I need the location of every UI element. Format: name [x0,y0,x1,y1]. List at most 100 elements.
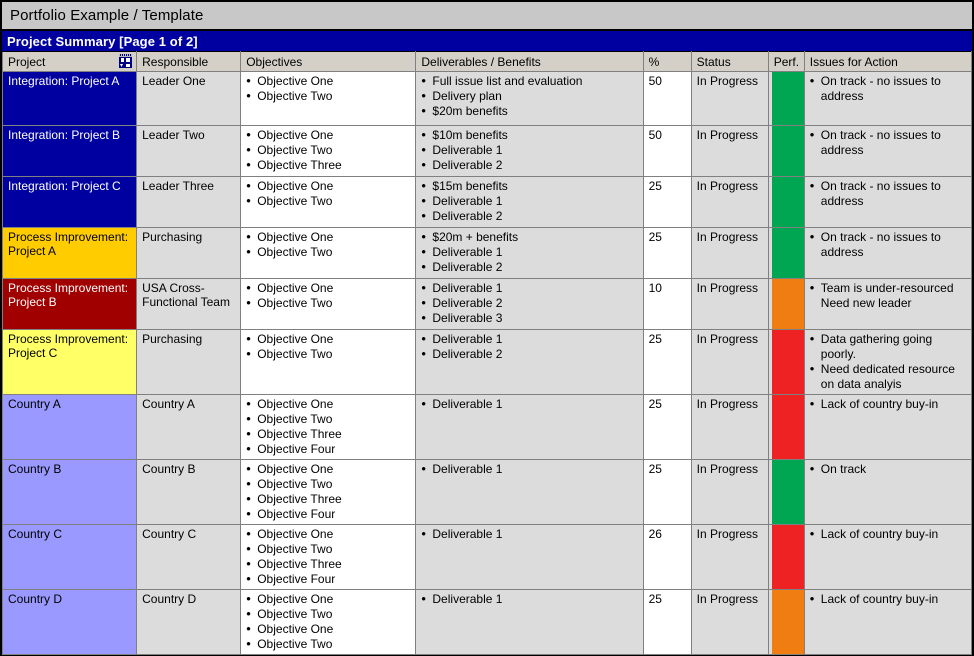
cell-deliverables: Full issue list and evaluationDelivery p… [416,72,643,126]
cell-deliverables-list: Deliverable 1 [421,462,638,477]
cell-objectives-item: Objective One [246,527,411,542]
table-row: Process Improvement: Project APurchasing… [3,228,972,279]
cell-responsible: Purchasing [137,330,241,395]
cell-deliverables-item: Deliverable 2 [421,209,638,224]
cell-deliverables: Deliverable 1Deliverable 2 [416,330,643,395]
column-header-status[interactable]: Status [691,52,768,72]
cell-objectives-item: Objective Two [246,89,411,104]
cell-deliverables: $20m + benefitsDeliverable 1Deliverable … [416,228,643,279]
cell-objectives-item: Objective One [246,332,411,347]
cell-issues-for-action: On track - no issues to address [804,228,971,279]
column-header-performance[interactable]: Perf. [768,52,804,72]
cell-deliverables: Deliverable 1 [416,395,643,460]
cell-issues-for-action-item: On track - no issues to address [810,230,967,260]
cell-percent-complete: 25 [643,460,691,525]
cell-objectives-item: Objective Two [246,542,411,557]
table-row: Integration: Project ALeader OneObjectiv… [3,72,972,126]
cell-objectives-list: Objective OneObjective TwoObjective OneO… [246,592,411,652]
project-summary-table: Project [2,51,972,655]
performance-status-swatch [772,279,804,329]
cell-objectives: Objective OneObjective Two [241,72,416,126]
project-name-label: Integration: Project B [8,128,132,142]
project-name-label: Process Improvement: Project B [8,281,132,309]
column-header-responsible[interactable]: Responsible [137,52,241,72]
cell-objectives: Objective OneObjective TwoObjective Thre… [241,525,416,590]
cell-objectives-item: Objective One [246,230,411,245]
cell-responsible: Leader Three [137,177,241,228]
column-header-deliverables-label: Deliverables / Benefits [421,55,540,69]
cell-issues-for-action-item: On track - no issues to address [810,179,967,209]
cell-deliverables-item: Deliverable 2 [421,260,638,275]
column-header-project[interactable]: Project [3,52,137,72]
autofilter-sort-icon[interactable] [118,54,133,69]
cell-objectives-item: Objective Two [246,477,411,492]
cell-objectives: Objective OneObjective Two [241,177,416,228]
cell-project: Country C [3,525,137,590]
performance-status-swatch [772,460,804,524]
cell-issues-for-action-list: Data gathering going poorly.Need dedicat… [810,332,967,392]
cell-deliverables-item: Deliverable 1 [421,281,638,296]
table-row: Process Improvement: Project BUSA Cross-… [3,279,972,330]
cell-objectives-item: Objective Three [246,158,411,173]
cell-percent-complete: 10 [643,279,691,330]
cell-issues-for-action-item: On track - no issues to address [810,74,967,104]
performance-status-swatch [772,72,804,125]
cell-deliverables-list: Deliverable 1 [421,397,638,412]
project-name-label: Process Improvement: Project C [8,332,132,360]
cell-percent-complete: 25 [643,330,691,395]
column-header-issues-label: Issues for Action [810,55,898,69]
column-header-objectives-label: Objectives [246,55,302,69]
performance-status-swatch [772,126,804,176]
cell-issues-for-action-item: Team is under-resourced Need new leader [810,281,967,311]
cell-deliverables-item: Full issue list and evaluation [421,74,638,89]
cell-performance [768,126,804,177]
column-header-issues[interactable]: Issues for Action [804,52,971,72]
cell-performance [768,228,804,279]
column-header-performance-label: Perf. [774,55,799,69]
table-header: Project [3,52,972,72]
cell-responsible: Country B [137,460,241,525]
cell-deliverables-item: $20m benefits [421,104,638,119]
cell-objectives-item: Objective One [246,462,411,477]
cell-deliverables-item: Deliverable 1 [421,245,638,260]
cell-objectives: Objective OneObjective TwoObjective OneO… [241,590,416,655]
cell-deliverables-item: Deliverable 1 [421,194,638,209]
cell-objectives-list: Objective OneObjective TwoObjective Thre… [246,462,411,522]
cell-issues-for-action-item: Data gathering going poorly. [810,332,967,362]
cell-objectives-item: Objective Two [246,412,411,427]
cell-objectives-item: Objective Two [246,347,411,362]
cell-performance [768,590,804,655]
cell-status: In Progress [691,279,768,330]
cell-objectives-item: Objective One [246,622,411,637]
column-header-percent[interactable]: % [643,52,691,72]
table-row: Integration: Project CLeader ThreeObject… [3,177,972,228]
cell-objectives-list: Objective OneObjective Two [246,281,411,311]
cell-status: In Progress [691,395,768,460]
column-header-responsible-label: Responsible [142,55,208,69]
cell-performance [768,460,804,525]
cell-objectives-list: Objective OneObjective Two [246,230,411,260]
cell-deliverables: Deliverable 1Deliverable 2Deliverable 3 [416,279,643,330]
project-name-label: Country C [8,527,132,541]
column-header-objectives[interactable]: Objectives [241,52,416,72]
cell-objectives-item: Objective Two [246,194,411,209]
cell-objectives-item: Objective Two [246,143,411,158]
column-header-deliverables[interactable]: Deliverables / Benefits [416,52,643,72]
cell-percent-complete: 50 [643,126,691,177]
cell-responsible: Country C [137,525,241,590]
cell-issues-for-action: Data gathering going poorly.Need dedicat… [804,330,971,395]
table-row: Integration: Project BLeader TwoObjectiv… [3,126,972,177]
cell-deliverables-item: Deliverable 2 [421,296,638,311]
table-row: Country DCountry DObjective OneObjective… [3,590,972,655]
cell-project: Country B [3,460,137,525]
cell-objectives-list: Objective OneObjective Two [246,332,411,362]
cell-deliverables: $15m benefitsDeliverable 1Deliverable 2 [416,177,643,228]
cell-objectives-item: Objective One [246,179,411,194]
cell-project: Process Improvement: Project B [3,279,137,330]
cell-performance [768,395,804,460]
cell-percent-complete: 50 [643,72,691,126]
cell-responsible: Leader One [137,72,241,126]
project-name-label: Country A [8,397,132,411]
cell-objectives-list: Objective OneObjective TwoObjective Thre… [246,397,411,457]
cell-deliverables-item: Deliverable 2 [421,347,638,362]
